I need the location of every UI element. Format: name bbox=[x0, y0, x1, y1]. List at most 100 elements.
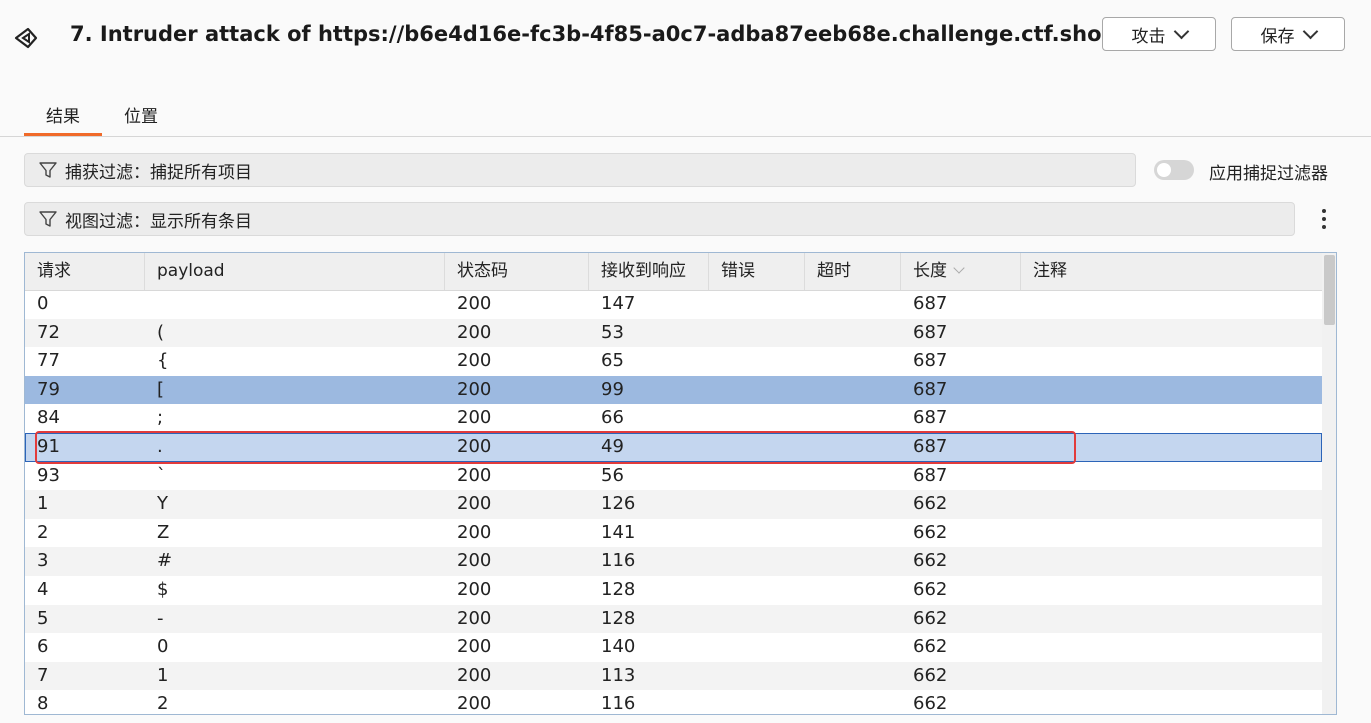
cell-request: 93 bbox=[37, 464, 60, 486]
column-header-status[interactable]: 状态码 bbox=[445, 253, 589, 290]
burp-logo-icon bbox=[14, 27, 38, 49]
table-body: 0 200 147 687 72 ( 200 53 687 77 { 200 6… bbox=[25, 290, 1322, 715]
cell-status: 200 bbox=[457, 607, 492, 629]
table-row[interactable]: 93 ` 200 56 687 bbox=[25, 462, 1322, 491]
scrollbar-thumb[interactable] bbox=[1324, 255, 1335, 325]
column-header-error[interactable]: 错误 bbox=[709, 253, 805, 290]
cell-response: 141 bbox=[601, 521, 636, 543]
save-button[interactable]: 保存 bbox=[1231, 17, 1345, 51]
table-header: 请求 payload 状态码 接收到响应 错误 超时 长度 注释 bbox=[25, 253, 1322, 291]
tab-results[interactable]: 结果 bbox=[24, 100, 102, 136]
cell-payload: ( bbox=[157, 321, 165, 343]
cell-request: 3 bbox=[37, 550, 49, 572]
cell-response: 147 bbox=[601, 293, 636, 314]
table-row[interactable]: 2 Z 200 141 662 bbox=[25, 519, 1322, 548]
cell-payload: { bbox=[157, 350, 169, 372]
save-button-label: 保存 bbox=[1260, 26, 1295, 47]
cell-request: 84 bbox=[37, 407, 60, 429]
table-row[interactable]: 77 { 200 65 687 bbox=[25, 347, 1322, 376]
cell-status: 200 bbox=[457, 378, 492, 400]
table-row[interactable]: 72 ( 200 53 687 bbox=[25, 318, 1322, 348]
cell-length: 687 bbox=[913, 435, 948, 457]
cell-response: 126 bbox=[601, 493, 636, 515]
cell-request: 5 bbox=[37, 607, 49, 629]
cell-status: 200 bbox=[457, 664, 492, 686]
cell-response: 65 bbox=[601, 350, 624, 372]
cell-response: 53 bbox=[601, 321, 624, 343]
column-header-timeout[interactable]: 超时 bbox=[805, 253, 901, 290]
cell-status: 200 bbox=[457, 321, 492, 343]
more-options-icon[interactable] bbox=[1318, 207, 1330, 231]
cell-length: 662 bbox=[913, 493, 948, 515]
cell-request: 91 bbox=[37, 435, 60, 457]
table-row[interactable]: 84 ; 200 66 687 bbox=[25, 404, 1322, 433]
cell-status: 200 bbox=[457, 550, 492, 572]
cell-response: 113 bbox=[601, 664, 636, 686]
table-row[interactable]: 6 0 200 140 662 bbox=[25, 633, 1322, 662]
table-row[interactable]: 4 $ 200 128 662 bbox=[25, 576, 1322, 605]
cell-status: 200 bbox=[457, 464, 492, 486]
table-row-focused[interactable]: 91 . 200 49 687 bbox=[25, 432, 1322, 462]
cell-payload: $ bbox=[157, 578, 169, 600]
cell-response: 99 bbox=[601, 378, 624, 400]
cell-length: 662 bbox=[913, 550, 948, 572]
cell-response: 116 bbox=[601, 693, 636, 715]
view-filter-bar[interactable]: 视图过滤：显示所有条目 bbox=[24, 202, 1295, 236]
cell-length: 662 bbox=[913, 636, 948, 658]
cell-request: 79 bbox=[37, 378, 60, 400]
apply-capture-filter-label: 应用捕捉过滤器 bbox=[1209, 164, 1328, 184]
column-header-comment[interactable]: 注释 bbox=[1021, 253, 1322, 290]
tabs-divider bbox=[0, 136, 1371, 137]
cell-request: 4 bbox=[37, 578, 49, 600]
table-row[interactable]: 5 - 200 128 662 bbox=[25, 604, 1322, 634]
cell-response: 49 bbox=[601, 435, 624, 457]
table-row[interactable]: 0 200 147 687 bbox=[25, 290, 1322, 319]
attack-button[interactable]: 攻击 bbox=[1102, 17, 1216, 51]
chevron-down-icon bbox=[1302, 23, 1318, 40]
table-row[interactable]: 7 1 200 113 662 bbox=[25, 661, 1322, 691]
table-row-selected[interactable]: 79 [ 200 99 687 bbox=[25, 375, 1322, 405]
cell-request: 72 bbox=[37, 321, 60, 343]
cell-payload: 2 bbox=[157, 693, 169, 715]
filter-icon bbox=[39, 162, 57, 178]
results-table: 请求 payload 状态码 接收到响应 错误 超时 长度 注释 0 200 1… bbox=[24, 252, 1337, 715]
filter-icon bbox=[39, 211, 57, 227]
cell-payload: ; bbox=[157, 407, 164, 429]
tab-positions[interactable]: 位置 bbox=[102, 100, 180, 136]
column-header-response-received[interactable]: 接收到响应 bbox=[589, 253, 709, 290]
cell-length: 687 bbox=[913, 293, 948, 314]
cell-length: 662 bbox=[913, 664, 948, 686]
cell-response: 56 bbox=[601, 464, 624, 486]
table-row[interactable]: 1 Y 200 126 662 bbox=[25, 490, 1322, 519]
cell-status: 200 bbox=[457, 578, 492, 600]
cell-status: 200 bbox=[457, 493, 492, 515]
cell-payload: Z bbox=[157, 521, 170, 543]
apply-capture-filter-toggle[interactable] bbox=[1154, 160, 1194, 180]
cell-length: 687 bbox=[913, 350, 948, 372]
table-row[interactable]: 8 2 200 116 662 bbox=[25, 690, 1322, 715]
cell-status: 200 bbox=[457, 435, 492, 457]
cell-status: 200 bbox=[457, 407, 492, 429]
cell-response: 66 bbox=[601, 407, 624, 429]
column-header-length-label: 长度 bbox=[913, 261, 947, 281]
sort-descending-icon bbox=[953, 262, 965, 274]
cell-payload: . bbox=[157, 435, 163, 457]
cell-payload: Y bbox=[157, 493, 168, 515]
cell-payload: # bbox=[157, 550, 173, 572]
window-title: 7. Intruder attack of https://b6e4d16e-f… bbox=[70, 22, 1121, 46]
cell-payload: - bbox=[157, 607, 164, 629]
cell-status: 200 bbox=[457, 693, 492, 715]
cell-length: 687 bbox=[913, 407, 948, 429]
column-header-payload[interactable]: payload bbox=[145, 253, 445, 290]
capture-filter-bar[interactable]: 捕获过滤：捕捉所有项目 bbox=[24, 153, 1136, 187]
header-bar: 7. Intruder attack of https://b6e4d16e-f… bbox=[0, 0, 1371, 136]
capture-filter-label: 捕获过滤：捕捉所有项目 bbox=[65, 162, 252, 183]
column-header-length[interactable]: 长度 bbox=[901, 253, 1021, 290]
cell-status: 200 bbox=[457, 293, 492, 314]
cell-request: 7 bbox=[37, 664, 49, 686]
column-header-request[interactable]: 请求 bbox=[25, 253, 145, 290]
cell-request: 0 bbox=[37, 293, 49, 314]
table-row[interactable]: 3 # 200 116 662 bbox=[25, 547, 1322, 576]
cell-request: 8 bbox=[37, 693, 49, 715]
cell-request: 6 bbox=[37, 636, 49, 658]
